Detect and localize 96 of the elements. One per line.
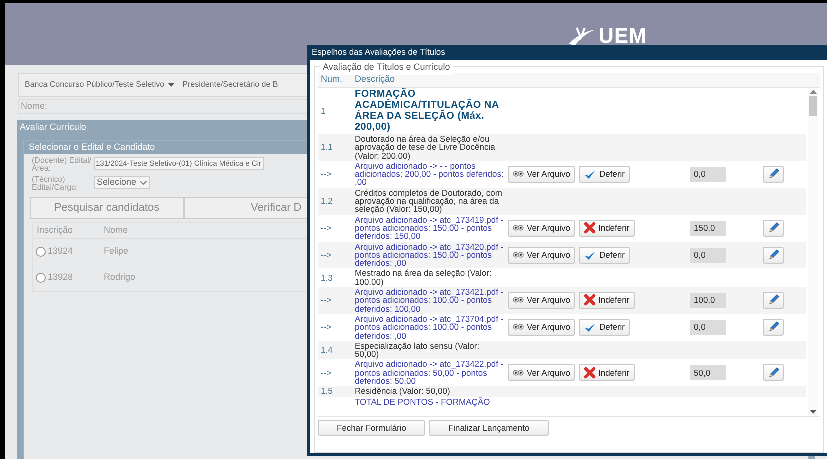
reject-button[interactable]: Indeferir (579, 220, 635, 237)
points-value: 0,0 (694, 250, 706, 260)
subpanel-title: Selecionar o Edital e Candidato (29, 140, 156, 154)
table-cell-text: 13928 (48, 271, 74, 284)
cross-icon (584, 294, 596, 306)
item-description: Residência (Valor: 50,00) (355, 386, 450, 396)
checkmark-icon (584, 250, 598, 260)
file-description: Arquivo adicionado -> atc_173419.pdf - pontos adicionados: 150,00 - pontos deferidos: 150,00 (355, 214, 504, 242)
scroll-up-icon[interactable] (810, 90, 816, 94)
pencil-icon (768, 366, 780, 379)
view-file-button[interactable]: Ver Arquivo (508, 292, 576, 309)
radio-button[interactable] (36, 247, 46, 257)
radio-button[interactable] (36, 273, 46, 283)
approve-button[interactable]: Deferir (579, 166, 630, 183)
pencil-icon (768, 222, 780, 234)
pencil-icon (768, 249, 780, 261)
column-header: Descrição (355, 73, 396, 86)
row-number: --> (321, 322, 332, 332)
approve-button[interactable]: Deferir (579, 246, 630, 264)
file-description: Arquivo adicionado -> atc_173422.pdf - pontos adicionados: 50,00 - pontos deferidos: 50,00 (355, 359, 504, 386)
cross-icon (584, 222, 596, 234)
pencil-icon (768, 321, 780, 334)
reject-button[interactable]: Indeferir (579, 364, 635, 382)
edit-button[interactable] (763, 292, 784, 309)
field-label: (Técnico) Edital/Cargo: (32, 176, 80, 192)
fieldset-legend: Avaliação de Títulos e Currículo (320, 61, 454, 74)
eyes-icon (513, 225, 524, 232)
menu-item[interactable]: Presidente/Secretário de B (182, 79, 278, 91)
row-number: 1.2 (321, 196, 333, 206)
eyes-icon (513, 370, 524, 376)
view-file-button[interactable]: Ver Arquivo (508, 246, 576, 264)
column-header: Nome (104, 224, 128, 237)
eyes-icon (513, 171, 524, 178)
item-description: TOTAL DE PONTOS - FORMAÇÃO (355, 396, 490, 407)
cargo-select[interactable]: Selecione (94, 176, 150, 189)
row-number: 1.1 (321, 142, 333, 152)
points-value: 0,0 (694, 170, 706, 178)
close-form-button[interactable]: Fechar Formulário (318, 420, 426, 436)
scroll-down-icon[interactable] (810, 410, 816, 414)
pencil-icon (768, 294, 780, 306)
edit-button[interactable] (763, 364, 784, 382)
item-description: Doutorado na área da Seleção e/ou aprovação de tese de Livre Docência (Valor: 200,00) (355, 134, 496, 161)
row-number: 1.5 (321, 386, 333, 396)
row-number: 1.4 (321, 344, 333, 355)
finalize-button[interactable]: Finalizar Lançamento (429, 420, 549, 436)
approve-button[interactable]: Deferir (579, 318, 630, 336)
eyes-icon (513, 252, 524, 258)
cross-icon (584, 366, 596, 379)
caret-icon (168, 83, 175, 87)
view-file-button[interactable]: Ver Arquivo (508, 318, 576, 336)
column-header: Num. (320, 73, 344, 86)
table-cell-text: 13924 (48, 245, 74, 258)
row-number: --> (321, 295, 332, 306)
row-number: 1.3 (321, 272, 333, 283)
row-number: --> (321, 250, 332, 260)
logo-icon (566, 26, 597, 48)
logo-text: UEM (598, 24, 647, 50)
table-cell-text: Felipe (104, 245, 129, 258)
edit-button[interactable] (763, 246, 784, 264)
file-description: Arquivo adicionado -> atc_173704.pdf - pontos adicionados: 100,00 - pontos deferidos: ,00 (355, 314, 504, 341)
view-file-button[interactable]: Ver Arquivo (508, 220, 576, 237)
chevron-icon (140, 180, 147, 184)
file-description: Arquivo adicionado -> atc_173420.pdf - pontos adicionados: 150,00 - pontos deferidos: ,00 (355, 242, 504, 268)
view-file-button[interactable]: Ver Arquivo (508, 166, 576, 183)
column-header: Inscrição (36, 224, 74, 237)
points-value: 50,0 (694, 368, 711, 377)
file-description: Arquivo adicionado -> - - pontos adicionados: 200,00 - pontos deferidos: ,00 (355, 160, 504, 188)
view-file-button[interactable]: Ver Arquivo (508, 364, 576, 382)
points-value: 100,0 (694, 296, 716, 305)
file-description: Arquivo adicionado -> atc_173421.pdf - pontos adicionados: 100,00 - pontos deferidos: 100,00 (355, 287, 504, 314)
pencil-icon (768, 168, 780, 180)
edit-button[interactable] (763, 166, 784, 183)
dialog-title: Espelhos das Avaliações de Títulos (312, 46, 446, 59)
eyes-icon (513, 297, 524, 304)
eyes-icon (513, 324, 524, 330)
reject-button[interactable]: Indeferir (579, 292, 635, 309)
panel-title: Avaliar Currículo (20, 121, 86, 134)
row-number: --> (321, 222, 332, 233)
checkmark-icon (584, 168, 598, 180)
points-value: 150,0 (694, 224, 716, 232)
field-label: (Docente) Edital/Área: (32, 157, 93, 173)
edit-button[interactable] (763, 318, 784, 336)
item-description: Especialização lato sensu (Valor: 50,00) (355, 340, 480, 360)
item-description: Créditos completos de Doutorado, com aprovação na qualificação, na área da seleção (Valor: 150,00) (355, 188, 502, 214)
edit-button[interactable] (763, 220, 784, 237)
menu-dropdown[interactable]: Banca Concurso Público/Teste Seletivo (25, 79, 175, 91)
item-description: FORMAÇÃO ACADÊMICA/TITULAÇÃO NA ÁREA DA SELEÇÃO (Máx. 200,00) (355, 89, 500, 133)
scrollbar-thumb[interactable] (809, 96, 817, 116)
item-description: Mestrado na área da seleção (Valor: 100,00) (355, 268, 492, 287)
row-number: 1 (321, 106, 326, 116)
row-number: --> (321, 169, 332, 180)
table-cell-text: Rodrigo (104, 271, 136, 284)
points-value: 0,0 (694, 323, 706, 332)
checkmark-icon (584, 322, 598, 333)
name-label: Nome: (21, 100, 48, 113)
row-number: --> (321, 368, 332, 378)
